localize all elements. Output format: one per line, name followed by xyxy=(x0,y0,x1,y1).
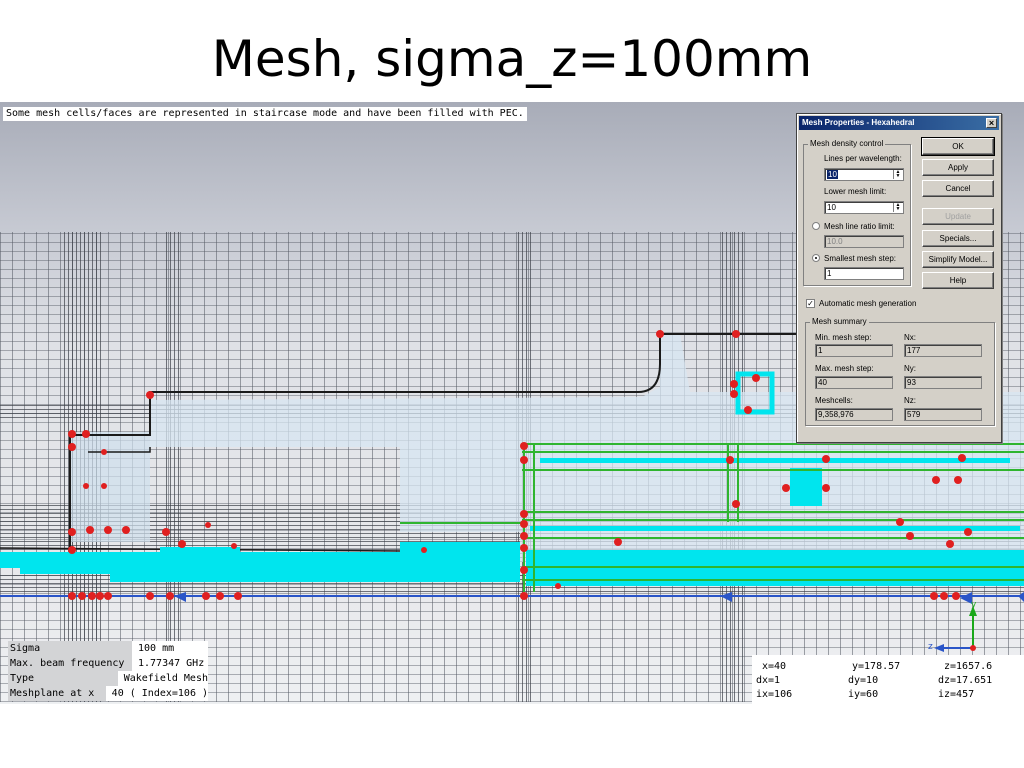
coordinate-readout: x=40 y=178.57 z=1657.6 dx=1 dy=10 dz=17.… xyxy=(752,655,1024,704)
legend-row: Meshplane at x 40 ( Index=106 ) xyxy=(8,686,208,701)
y-axis-label: y xyxy=(971,600,977,610)
lines-per-wavelength-field[interactable]: 10 ▲ ▼ xyxy=(824,168,904,181)
smallest-step-label: Smallest mesh step: xyxy=(824,254,897,263)
coord-dz: dz=17.651 xyxy=(938,675,993,686)
coord-dx: dx=1 xyxy=(756,675,781,686)
x-axis-dot xyxy=(970,645,976,651)
group-label: Mesh summary xyxy=(810,317,869,327)
nz-label: Nz: xyxy=(904,396,916,405)
spinner-icon[interactable]: ▲ ▼ xyxy=(893,203,902,212)
min-step-value: 1 xyxy=(815,344,893,357)
group-label: Mesh density control xyxy=(808,139,886,149)
ok-button[interactable]: OK xyxy=(921,137,995,156)
z-axis-arrowhead xyxy=(934,644,944,652)
apply-button[interactable]: Apply xyxy=(922,159,994,176)
help-button[interactable]: Help xyxy=(922,272,994,289)
specials-button[interactable]: Specials... xyxy=(922,230,994,247)
update-button[interactable]: Update xyxy=(922,208,994,225)
mesh-density-group: Mesh density control xyxy=(803,139,911,286)
smallest-step-radio[interactable] xyxy=(812,254,820,262)
simplify-model-button[interactable]: Simplify Model... xyxy=(922,251,994,268)
pec-fill-bar xyxy=(540,458,1010,463)
auto-mesh-label: Automatic mesh generation xyxy=(819,299,917,308)
meshcells-value: 9,358,976 xyxy=(815,408,893,421)
coord-iz: iz=457 xyxy=(938,689,975,700)
meshcells-label: Meshcells: xyxy=(815,396,853,405)
spinner-icon[interactable]: ▲ ▼ xyxy=(893,170,902,179)
coord-y: y=178.57 xyxy=(852,661,901,672)
status-message: Some mesh cells/faces are represented in… xyxy=(3,107,527,121)
ratio-limit-radio[interactable] xyxy=(812,222,820,230)
legend-row: Type Wakefield Mesh xyxy=(8,671,208,686)
ny-label: Ny: xyxy=(904,364,916,373)
legend-panel: Sigma 100 mm Max. beam frequency 1.77347 G… xyxy=(8,641,208,701)
min-step-label: Min. mesh step: xyxy=(815,333,872,342)
pec-fill-bar xyxy=(530,526,1020,531)
lower-mesh-limit-label: Lower mesh limit: xyxy=(824,187,887,196)
inner-tube-region xyxy=(70,432,150,542)
ratio-limit-label: Mesh line ratio limit: xyxy=(824,222,895,231)
lines-per-wavelength-label: Lines per wavelength: xyxy=(824,154,902,163)
nx-value: 177 xyxy=(904,344,982,357)
dialog-title: Mesh Properties - Hexahedral xyxy=(802,118,915,127)
ratio-limit-field[interactable]: 10.0 xyxy=(824,235,904,248)
max-step-value: 40 xyxy=(815,376,893,389)
smallest-step-field[interactable]: 1 xyxy=(824,267,904,280)
nz-value: 579 xyxy=(904,408,982,421)
coord-iy: iy=60 xyxy=(848,689,879,700)
lower-mesh-limit-field[interactable]: 10 ▲ ▼ xyxy=(824,201,904,214)
auto-mesh-checkbox[interactable]: ✓ xyxy=(806,299,815,308)
close-icon[interactable]: × xyxy=(986,118,997,128)
coord-dy: dy=10 xyxy=(848,675,879,686)
legend-row: Max. beam frequency 1.77347 GHz xyxy=(8,656,208,671)
max-step-label: Max. mesh step: xyxy=(815,364,874,373)
ny-value: 93 xyxy=(904,376,982,389)
pec-fill-small xyxy=(790,468,822,506)
coord-ix: ix=106 xyxy=(756,689,793,700)
dialog-title-bar[interactable]: Mesh Properties - Hexahedral × xyxy=(799,116,999,130)
nx-label: Nx: xyxy=(904,333,916,342)
coord-x: x=40 xyxy=(762,661,787,672)
slide-title: Mesh, sigma_z=100mm xyxy=(211,30,813,88)
axis-triad: y z xyxy=(924,600,994,662)
legend-row: Sigma 100 mm xyxy=(8,641,208,656)
coord-z: z=1657.6 xyxy=(944,661,993,672)
boundary-markers xyxy=(174,592,1024,604)
cancel-button[interactable]: Cancel xyxy=(922,180,994,197)
z-axis-label: z xyxy=(928,642,933,652)
mesh-properties-dialog: Mesh Properties - Hexahedral × Mesh dens… xyxy=(796,113,1002,443)
